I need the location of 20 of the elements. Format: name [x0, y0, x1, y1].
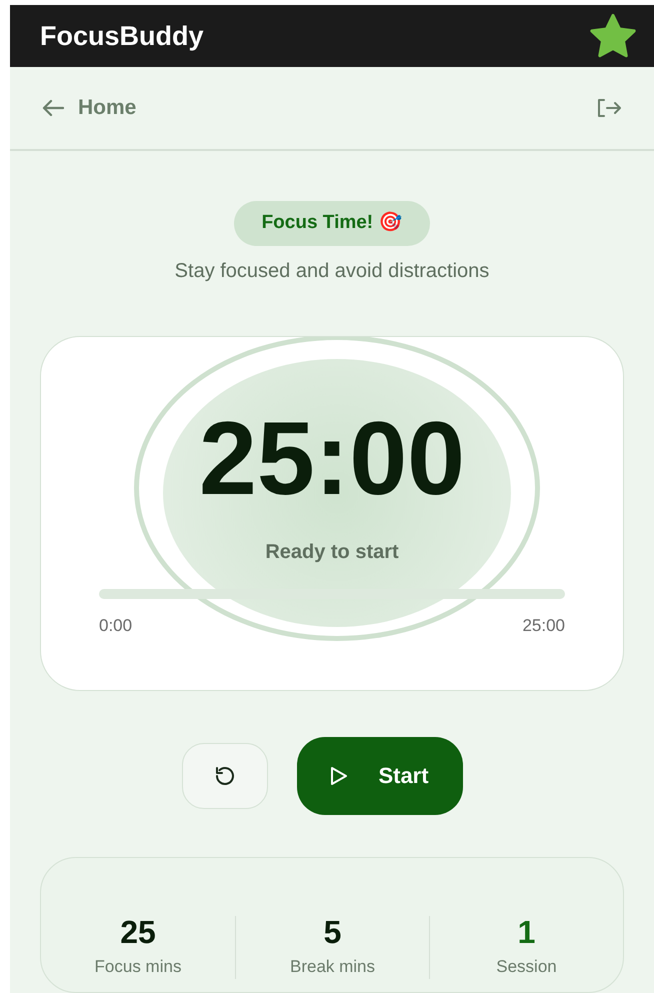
progress-start-label: 0:00	[99, 614, 132, 637]
stat-value: 1	[518, 916, 536, 948]
progress-end-label: 25:00	[522, 614, 565, 637]
reset-button[interactable]	[182, 742, 268, 809]
stat-label: Focus mins	[94, 956, 182, 978]
mode-badge: Focus Time! 🎯	[234, 201, 430, 246]
back-link[interactable]: Home	[42, 92, 136, 124]
start-button[interactable]: Start	[296, 736, 462, 815]
back-arrow-icon	[42, 99, 64, 118]
stat-value: 25	[120, 916, 156, 948]
timer-display: 25:00	[199, 406, 465, 511]
stat-label: Break mins	[290, 956, 376, 978]
play-icon	[330, 766, 348, 786]
timer-status: Ready to start	[265, 540, 399, 565]
mode-subtitle: Stay focused and avoid distractions	[174, 258, 490, 284]
stat-value: 5	[324, 916, 342, 948]
app-title: FocusBuddy	[40, 20, 204, 53]
stat-label: Session	[496, 956, 557, 978]
reset-icon	[214, 764, 236, 787]
logout-icon[interactable]	[596, 98, 622, 118]
